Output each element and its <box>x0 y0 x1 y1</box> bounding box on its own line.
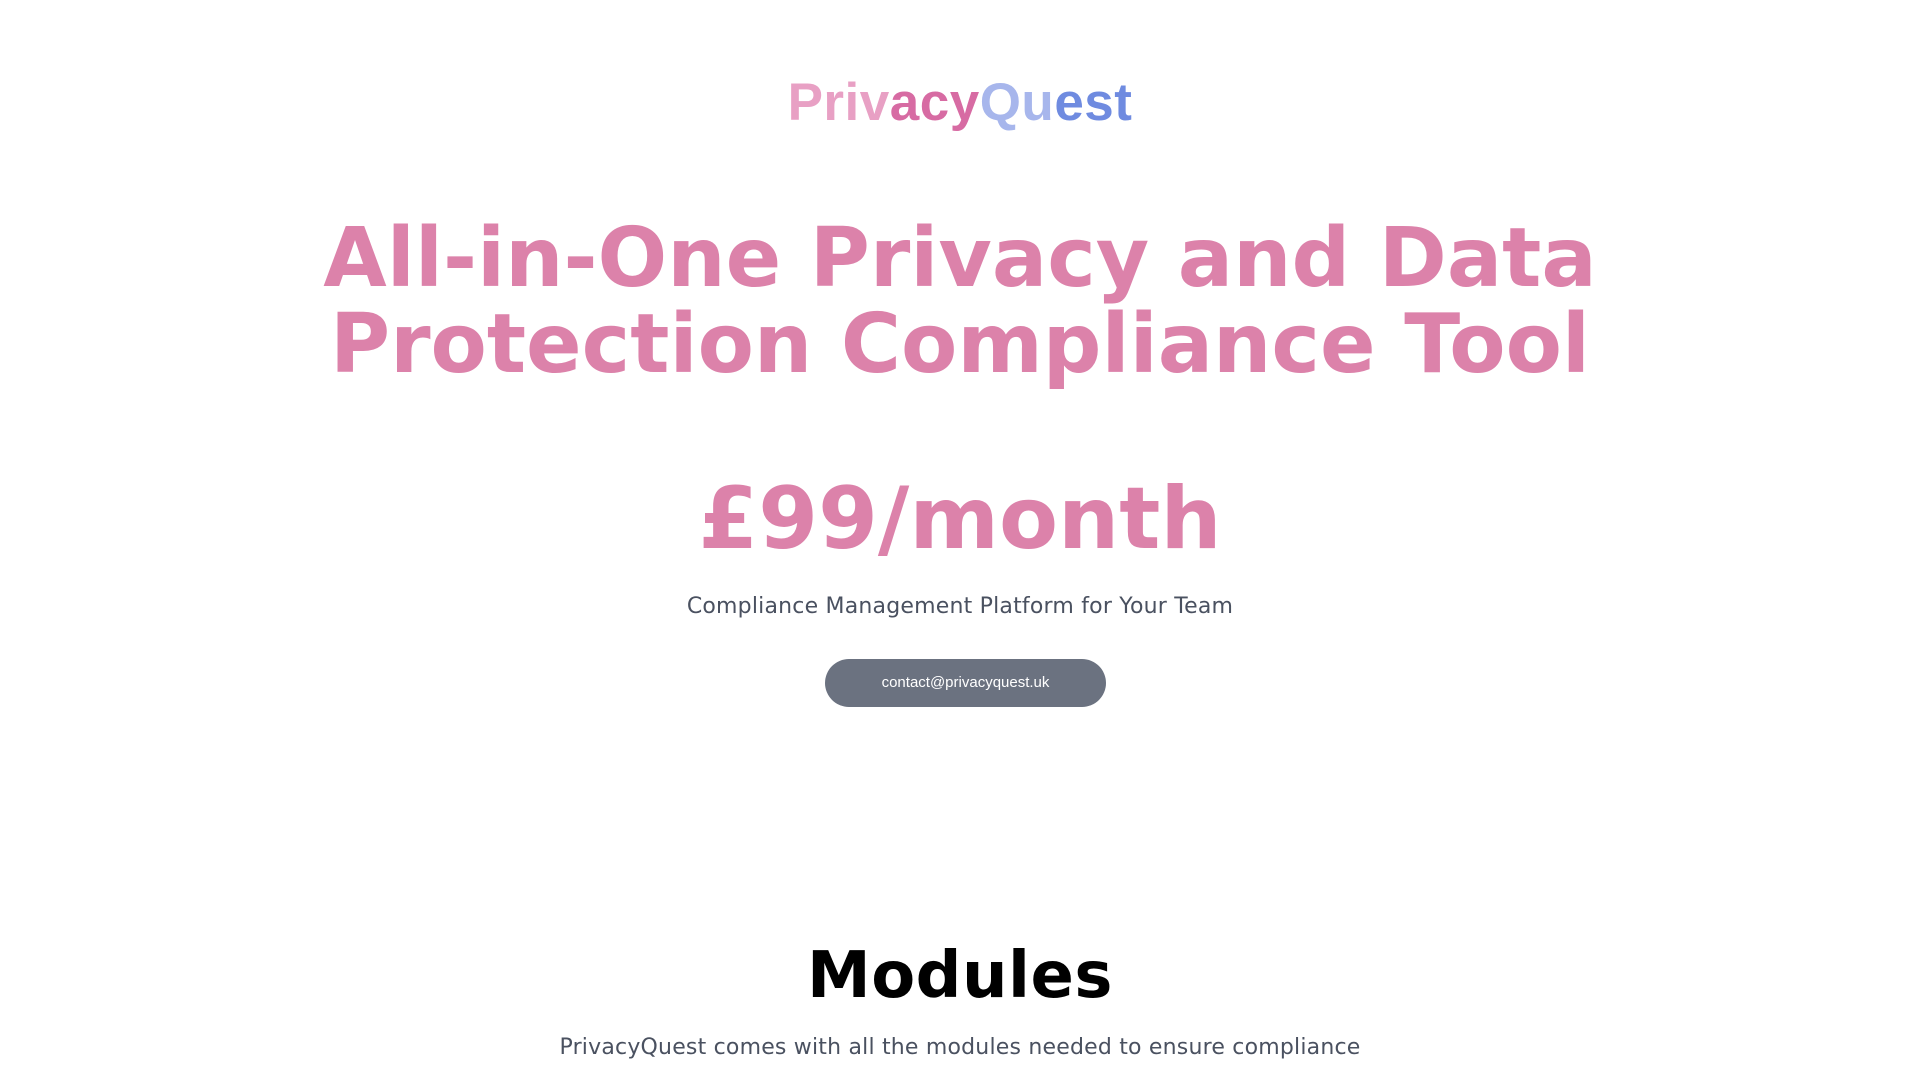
logo-text-quest-a: Qu <box>979 73 1055 132</box>
hero-headline-line-2: Protection Compliance Tool <box>329 297 1591 392</box>
logo-text-privacy-b: acy <box>889 73 980 132</box>
landing-page: PrivacyQuest All-in-One Privacy and Data… <box>0 0 1920 1080</box>
logo-text-quest-b: est <box>1054 73 1133 132</box>
price-label: £99/month <box>698 469 1222 569</box>
brand-logo[interactable]: PrivacyQuest <box>0 72 1920 134</box>
hero-tagline: Compliance Management Platform for Your … <box>686 594 1234 619</box>
modules-heading: Modules <box>807 939 1113 1013</box>
hero-headline: All-in-One Privacy and Data Protection C… <box>0 216 1920 388</box>
modules-subheading: PrivacyQuest comes with all the modules … <box>559 1035 1361 1060</box>
contact-email-button[interactable]: contact@privacyquest.uk <box>825 659 1106 707</box>
logo-text-privacy-a: Priv <box>787 73 890 132</box>
hero-headline-line-1: All-in-One Privacy and Data <box>323 211 1597 306</box>
